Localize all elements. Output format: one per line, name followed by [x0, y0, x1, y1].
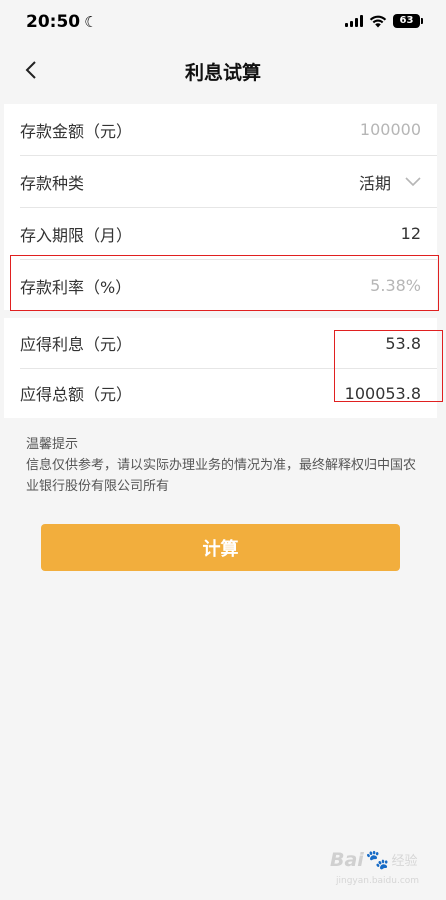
highlight-box-results: [334, 330, 443, 402]
watermark-suffix: 经验: [391, 854, 418, 869]
watermark-logo: Bai 🐾 经验: [330, 848, 418, 872]
status-icons: 63: [345, 14, 423, 28]
deposit-type-select[interactable]: 活期: [359, 170, 421, 194]
watermark-url: jingyan.baidu.com: [336, 876, 420, 886]
moon-icon: ☾: [84, 13, 98, 31]
page-title: 利息试算: [184, 62, 261, 84]
calculate-button[interactable]: 计算: [41, 524, 400, 571]
tips-body: 信息仅供参考，请以实际办理业务的情况为准，最终解释权归中国农业银行股份有限公司所…: [26, 458, 417, 494]
chevron-down-icon: [405, 176, 421, 186]
time-text: 20:50: [26, 12, 81, 32]
amount-label: 存款金额（元）: [20, 121, 133, 141]
amount-row[interactable]: 存款金额（元） 100000: [4, 104, 437, 155]
highlight-box-rate: [10, 255, 439, 311]
deposit-type-value: 活期: [358, 173, 391, 193]
battery-icon: 63: [393, 14, 423, 28]
deposit-type-row[interactable]: 存款种类 活期: [4, 156, 437, 207]
nav-bar: 利息试算: [0, 44, 446, 96]
cellular-signal-icon: [345, 15, 363, 27]
wifi-icon: [369, 15, 387, 27]
tips-section: 温馨提示 信息仅供参考，请以实际办理业务的情况为准，最终解释权归中国农业银行股份…: [26, 434, 426, 497]
term-label: 存入期限（月）: [20, 225, 133, 245]
status-time: 20:50 ☾: [26, 12, 98, 32]
deposit-type-label: 存款种类: [20, 173, 85, 193]
amount-input[interactable]: 100000: [360, 120, 421, 139]
term-input[interactable]: 12: [401, 224, 421, 243]
paw-icon: 🐾: [365, 849, 390, 871]
interest-label: 应得利息（元）: [20, 335, 133, 354]
status-bar: 20:50 ☾ 63: [0, 0, 446, 44]
total-label: 应得总额（元）: [20, 385, 133, 404]
term-row[interactable]: 存入期限（月） 12: [4, 208, 437, 259]
watermark-brand: Bai: [330, 848, 364, 871]
tips-title: 温馨提示: [26, 437, 79, 452]
